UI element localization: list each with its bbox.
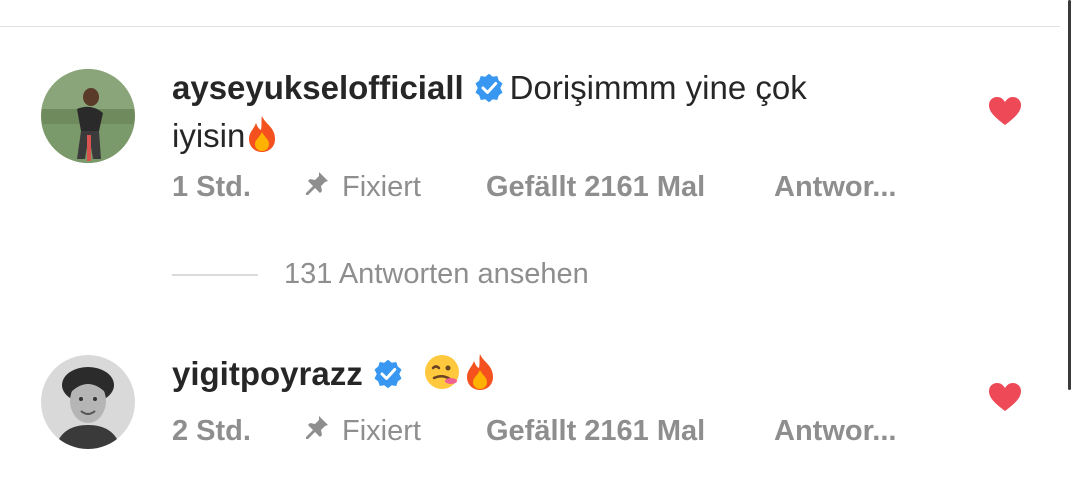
fire-emoji-icon [463,353,497,402]
top-divider [0,26,1060,27]
timestamp: 1 Std. [172,170,251,203]
pin-icon [304,414,330,448]
likes-count[interactable]: Gefällt 2161 Mal [486,415,774,448]
view-replies-button[interactable]: 131 Antworten ansehen [172,258,589,291]
verified-badge-icon [373,356,403,400]
username[interactable]: ayseyukselofficiall [172,69,464,106]
reply-button[interactable]: Antwor... [774,171,896,204]
comment-text: Dorişimmm yine çok [509,69,807,106]
reply-button[interactable]: Antwor... [774,415,896,448]
timestamp: 2 Std. [172,414,251,447]
like-heart-icon[interactable] [988,382,1022,412]
woozy-face-emoji-icon [423,353,463,402]
fire-emoji-icon [245,115,279,164]
comment-text: iyisin [172,117,246,154]
view-replies-label[interactable]: 131 Antworten ansehen [284,258,589,291]
pin-icon [304,170,330,204]
scrollbar[interactable] [1068,0,1071,390]
pinned-label: Fixiert [342,414,421,447]
verified-badge-icon [474,70,504,114]
pinned-label: Fixiert [342,170,421,203]
username[interactable]: yigitpoyrazz [172,355,363,392]
comment-body: yigitpoyrazz [172,352,932,402]
comment-meta: 1 Std. Fixiert Gefällt 2161 Mal Antwor..… [172,170,896,204]
replies-divider [172,273,258,276]
avatar[interactable] [41,355,135,449]
avatar[interactable] [41,69,135,163]
pinned-indicator: Fixiert [304,170,486,204]
likes-count[interactable]: Gefällt 2161 Mal [486,171,774,204]
comment-meta: 2 Std. Fixiert Gefällt 2161 Mal Antwor..… [172,414,896,448]
comment-body: ayseyukselofficiall Dorişimmm yine çok iyi… [172,66,932,164]
pinned-indicator: Fixiert [304,414,486,448]
like-heart-icon[interactable] [988,96,1022,126]
